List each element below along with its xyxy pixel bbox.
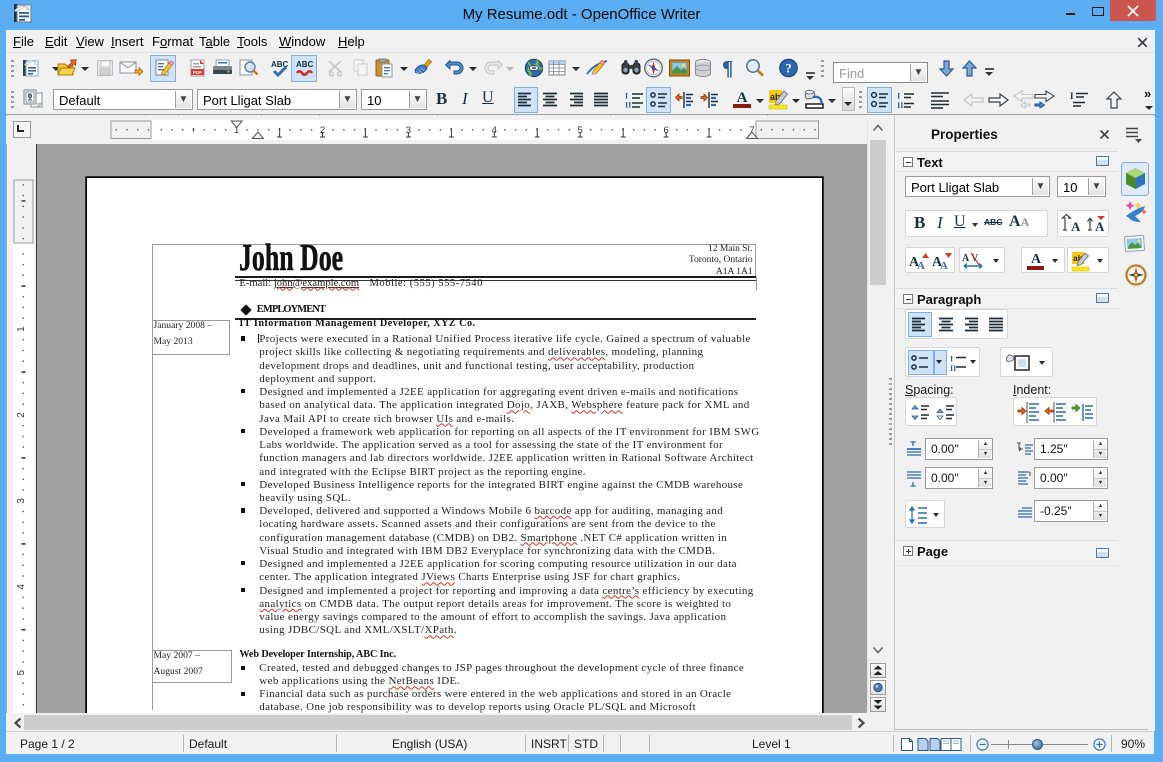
svg-text:ABC: ABC (296, 60, 314, 69)
svg-text:A: A (737, 90, 748, 106)
svg-text:A: A (1071, 219, 1081, 234)
svg-text:3: 3 (16, 498, 27, 504)
svg-text:I: I (625, 92, 628, 101)
svg-text:1: 1 (16, 326, 27, 332)
svg-text:I: I (897, 91, 901, 101)
svg-text:4: 4 (16, 584, 27, 590)
svg-text:II: II (897, 100, 904, 110)
svg-text:A: A (1031, 252, 1042, 267)
svg-text:5: 5 (16, 669, 27, 675)
svg-text:PDF: PDF (193, 70, 202, 75)
svg-text:I: I (1070, 91, 1074, 101)
svg-text:I: I (950, 355, 953, 364)
svg-text:2: 2 (16, 412, 27, 418)
svg-text:?: ? (785, 61, 792, 76)
svg-text:A: A (917, 260, 925, 272)
svg-text:¶: ¶ (722, 56, 733, 80)
svg-text:A: A (1095, 219, 1105, 234)
svg-text:II: II (625, 101, 631, 110)
svg-text:II: II (950, 364, 956, 373)
svg-text:A: A (940, 260, 948, 272)
svg-text:A: A (962, 253, 970, 264)
